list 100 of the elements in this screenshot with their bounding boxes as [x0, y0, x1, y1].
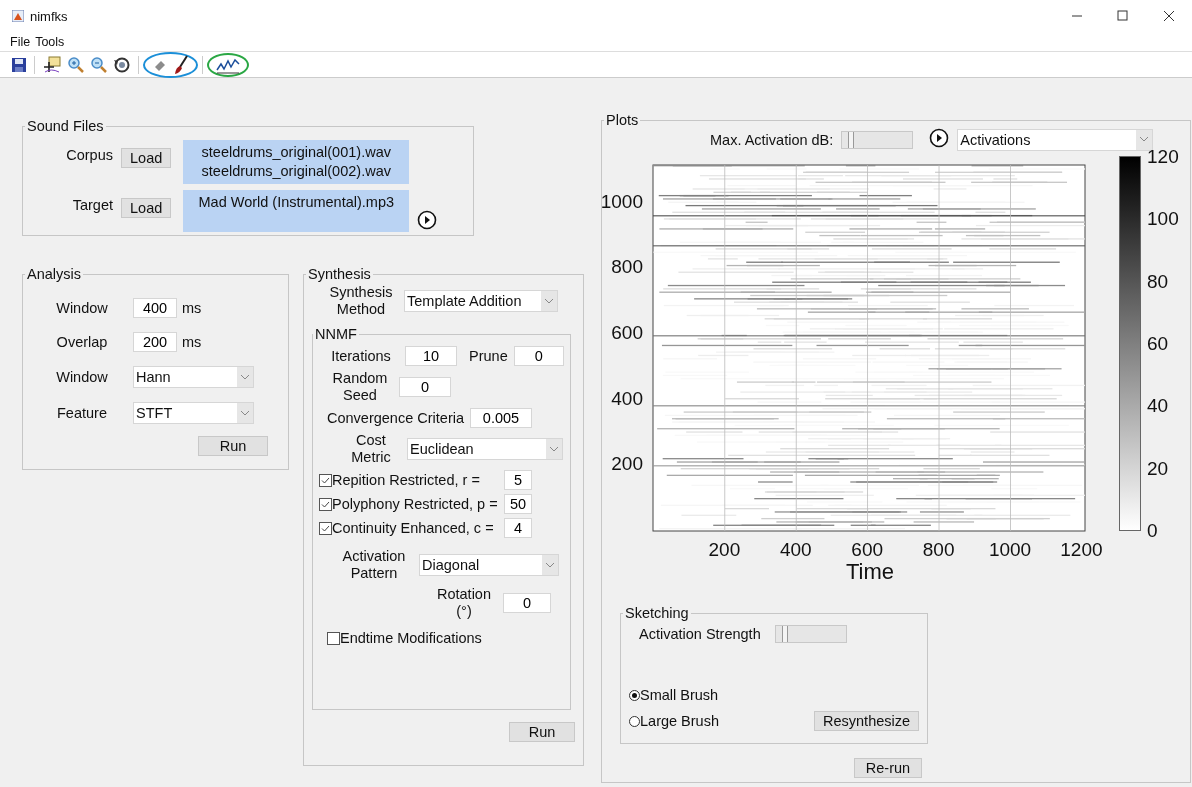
checkbox[interactable] [319, 521, 332, 535]
axis-title: Time [846, 559, 895, 585]
checkbox-label: Repition Restricted, r = [332, 472, 481, 488]
checkbox-label: Polyphony Restricted, p = [332, 496, 499, 512]
slider-label: Max. Activation dB: [710, 131, 834, 148]
slider[interactable] [841, 130, 914, 149]
colorbar-tick-label: 100 [1147, 208, 1179, 231]
checkbox-label: Endtime Modifications [340, 630, 482, 646]
number-field[interactable]: 4 [504, 518, 532, 538]
heatmap-drawing[interactable] [652, 164, 1086, 532]
radio-label: Large Brush [640, 713, 720, 729]
axis-tick-label: 200 [611, 453, 643, 476]
dropdown[interactable]: Activations [957, 128, 1154, 151]
zoom-out-icon[interactable] [90, 55, 108, 74]
load-button[interactable]: Load [121, 148, 172, 168]
radio-label: Small Brush [640, 687, 720, 703]
caret-icon [541, 291, 557, 311]
checkbox[interactable] [327, 631, 340, 645]
unit-label: ms [182, 300, 202, 316]
number-field[interactable]: 10 [405, 346, 457, 366]
run-button[interactable]: Run [509, 722, 575, 742]
number-field[interactable]: 50 [504, 494, 532, 514]
field-label: Synthesis Method [328, 284, 394, 318]
field-label: Iterations [330, 348, 392, 364]
checkbox[interactable] [319, 497, 332, 511]
axis-tick-label: 400 [779, 539, 812, 561]
axis-tick-label: 200 [708, 539, 741, 561]
panel-title: Synthesis [307, 266, 372, 282]
dropdown[interactable]: Diagonal [419, 554, 559, 576]
unit-label: ms [182, 334, 202, 350]
window-title: nimfks [30, 8, 68, 24]
checkbox-label: Continuity Enhanced, c = [332, 520, 495, 536]
axis-tick-label: 600 [611, 322, 643, 345]
colorbar-tick-label: 60 [1147, 333, 1169, 355]
number-field[interactable]: 0 [399, 377, 451, 397]
field-label: Cost Metric [350, 432, 392, 466]
caret-icon [237, 367, 253, 387]
panel-title: NNMF [314, 326, 358, 342]
caret-icon [237, 403, 253, 423]
rerun-button[interactable]: Re-run [854, 758, 922, 778]
radio-button[interactable] [629, 715, 640, 727]
colorbar-tick-label: 80 [1147, 270, 1169, 293]
axis-tick-label: 1000 [988, 539, 1032, 561]
rotate-icon[interactable] [113, 55, 131, 74]
dropdown[interactable]: Euclidean [407, 438, 563, 460]
play-icon[interactable] [417, 210, 438, 230]
number-field[interactable]: 0.005 [470, 408, 532, 428]
checkbox[interactable] [319, 473, 332, 487]
caret-icon [542, 555, 558, 575]
field-label: Target [71, 197, 114, 213]
load-button[interactable]: Load [121, 198, 172, 218]
field-label: Prune [469, 348, 508, 364]
number-field[interactable]: 0 [503, 593, 551, 613]
field-label: Activation Pattern [341, 548, 407, 582]
panel-title: Sketching [624, 605, 690, 621]
field-label: Corpus [65, 147, 114, 163]
number-field[interactable]: 5 [504, 470, 532, 490]
panel-title: Sound Files [26, 118, 105, 134]
file-list[interactable]: steeldrums_original(001).wav steeldrums_original(002).wav [183, 140, 410, 184]
axis-tick-label: 400 [611, 387, 643, 410]
menu-item[interactable]: Tools [35, 34, 65, 49]
app-icon [12, 10, 24, 22]
panel-title: Plots [605, 112, 640, 128]
file-list[interactable]: Mad World (Instrumental).mp3 [183, 190, 410, 232]
zoom-in-icon[interactable] [67, 55, 85, 74]
axis-tick-label: 1000 [600, 190, 643, 213]
field-label: Overlap [55, 334, 109, 350]
panel-title: Analysis [26, 266, 82, 282]
slider-thumb[interactable] [847, 131, 854, 148]
slider-label: Activation Strength [639, 626, 761, 642]
field-label: Rotation (°) [436, 586, 492, 620]
run-button[interactable]: Run [198, 436, 268, 456]
dropdown[interactable]: STFT [133, 402, 254, 424]
number-field[interactable]: 200 [133, 332, 177, 352]
save-icon[interactable] [11, 56, 27, 73]
radio-button[interactable] [629, 689, 640, 701]
field-label: Window [55, 300, 109, 316]
field-label: Convergence Criteria [327, 410, 464, 426]
play-icon[interactable] [929, 128, 950, 148]
slider-thumb[interactable] [782, 626, 789, 642]
number-field[interactable]: 0 [513, 346, 564, 366]
number-field[interactable]: 400 [133, 298, 177, 318]
caret-icon [1136, 129, 1153, 150]
colorbar-tick-label: 40 [1147, 395, 1169, 418]
axis-tick-label: 600 [851, 539, 884, 561]
axis-tick-label: 800 [611, 256, 643, 279]
dropdown[interactable]: Template Addition [404, 290, 558, 312]
caret-icon [546, 439, 562, 459]
axis-tick-label: 1200 [1060, 539, 1103, 561]
colorbar-tick-label: 20 [1147, 457, 1169, 480]
brush-icon[interactable] [173, 54, 189, 75]
data-cursor-icon[interactable] [42, 55, 62, 74]
colorbar-tick-label: 0 [1147, 520, 1158, 542]
slider[interactable] [774, 625, 847, 643]
field-label: Random Seed [331, 370, 389, 404]
field-label: Window [55, 369, 109, 385]
field-label: Feature [56, 405, 108, 421]
dropdown[interactable]: Hann [133, 366, 254, 388]
menu-item[interactable]: File [10, 34, 31, 49]
resynthesize-button[interactable]: Resynthesize [814, 711, 920, 731]
